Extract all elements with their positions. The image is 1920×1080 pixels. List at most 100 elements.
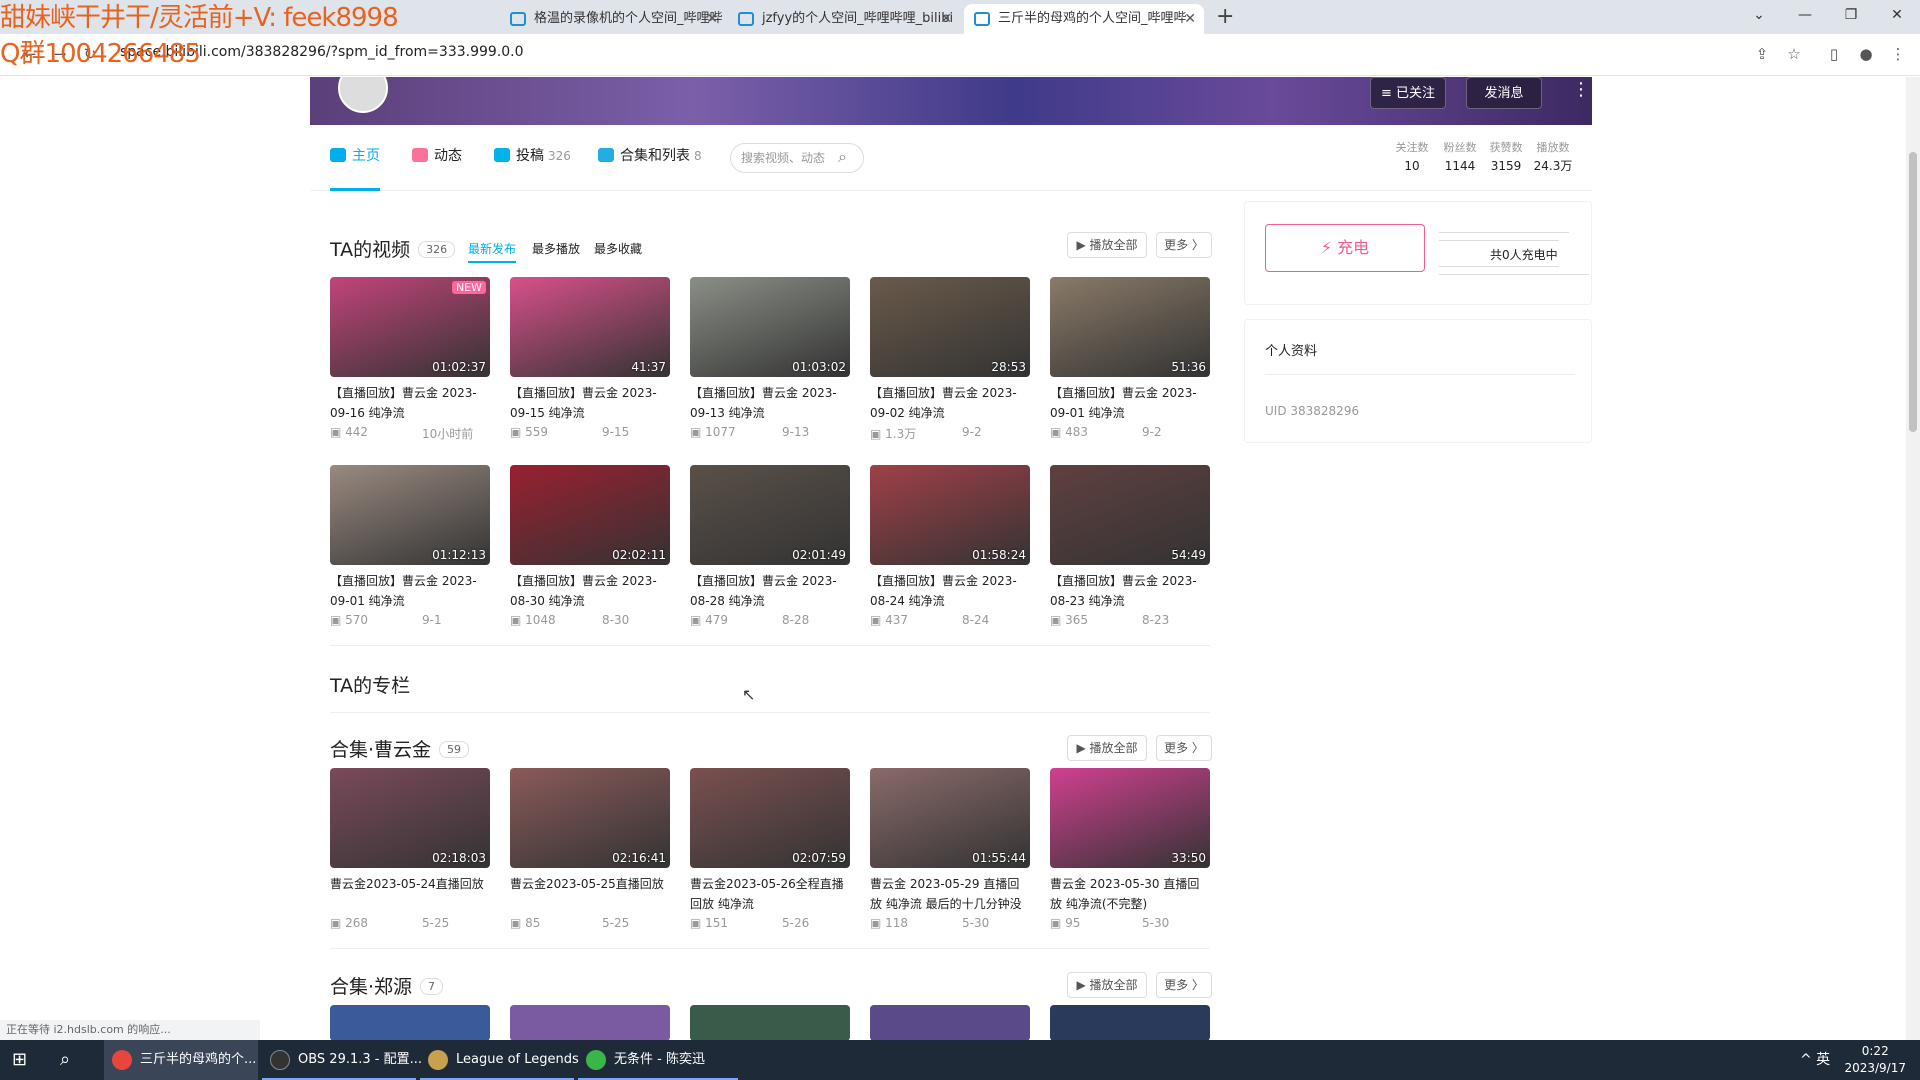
tab-close-icon[interactable]: ✕	[940, 4, 952, 34]
taskbar-chrome[interactable]: 三斤半的母鸡的个...	[104, 1040, 258, 1080]
sidepanel-icon[interactable]: ▯	[1824, 44, 1844, 64]
reload-icon[interactable]: ↻	[80, 44, 100, 64]
sort-most-played[interactable]: 最多播放	[532, 240, 580, 257]
sort-most-favorited[interactable]: 最多收藏	[594, 240, 642, 257]
forward-icon[interactable]: →	[50, 44, 70, 64]
video-thumbnail[interactable]: 02:01:49	[690, 465, 850, 565]
video-title[interactable]: 【直播回放】曹云金 2023-09-15 纯净流	[510, 383, 670, 423]
taskbar-obs[interactable]: OBS 29.1.3 - 配置...	[262, 1040, 422, 1080]
browser-tab-active[interactable]: 三斤半的母鸡的个人空间_哔哩哔 ✕	[964, 4, 1204, 34]
video-title[interactable]: 【直播回放】曹云金 2023-09-01 纯净流	[1050, 383, 1210, 423]
video-card[interactable]: 28:53 【直播回放】曹云金 2023-09-02 纯净流 ▣ 1.3万 9-2	[870, 277, 1030, 443]
video-thumbnail[interactable]: 02:07:59	[690, 768, 850, 868]
scrollbar-thumb[interactable]	[1909, 152, 1917, 432]
video-title[interactable]: 曹云金 2023-05-30 直播回放 纯净流(不完整)	[1050, 874, 1210, 914]
new-tab-button[interactable]: +	[1216, 4, 1234, 30]
video-title[interactable]: 曹云金2023-05-24直播回放	[330, 874, 490, 914]
video-title[interactable]: 【直播回放】曹云金 2023-09-02 纯净流	[870, 383, 1030, 423]
nav-collections[interactable]: 合集和列表 8	[598, 125, 702, 191]
video-thumbnail[interactable]	[1050, 1005, 1210, 1040]
profile-icon[interactable]: ●	[1856, 44, 1876, 64]
browser-tab[interactable]: jzfyy的个人空间_哔哩哔哩_bilibi ✕	[728, 4, 960, 34]
video-card[interactable]: 01:03:02 【直播回放】曹云金 2023-09-13 纯净流 ▣ 1077 9-…	[690, 277, 850, 443]
tab-close-icon[interactable]: ✕	[1184, 4, 1196, 34]
share-icon[interactable]: ⇪	[1752, 44, 1772, 64]
video-card[interactable]: 41:37 【直播回放】曹云金 2023-09-15 纯净流 ▣ 559 9-15	[510, 277, 670, 443]
video-card[interactable]: 02:07:59 曹云金2023-05-26全程直播回放 纯净流 ▣ 151 5-26	[690, 768, 850, 934]
video-thumbnail[interactable]: 01:58:24	[870, 465, 1030, 565]
restore-button[interactable]: ❐	[1828, 0, 1874, 30]
tab-close-icon[interactable]: ✕	[706, 4, 718, 34]
video-card[interactable]: NEW 01:02:37 【直播回放】曹云金 2023-09-16 纯净流 ▣ 442…	[330, 277, 490, 443]
video-title[interactable]: 【直播回放】曹云金 2023-08-28 纯净流	[690, 571, 850, 611]
video-thumbnail[interactable]: 02:02:11	[510, 465, 670, 565]
stat-following[interactable]: 关注数 10	[1392, 139, 1432, 175]
video-thumbnail[interactable]: 28:53	[870, 277, 1030, 377]
tab-search-icon[interactable]: ⌄	[1736, 0, 1782, 30]
video-title[interactable]: 【直播回放】曹云金 2023-08-23 纯净流	[1050, 571, 1210, 611]
back-icon[interactable]: ←	[20, 44, 40, 64]
video-card[interactable]: 54:49 【直播回放】曹云金 2023-08-23 纯净流 ▣ 365 8-23	[1050, 465, 1210, 631]
clock[interactable]: 0:22 2023/9/17	[1844, 1043, 1906, 1077]
url-field[interactable]: space.bilibili.com/383828296/?spm_id_fro…	[120, 44, 524, 60]
send-message-button[interactable]: 发消息	[1466, 77, 1542, 109]
video-card[interactable]: 51:36 【直播回放】曹云金 2023-09-01 纯净流 ▣ 483 9-2	[1050, 277, 1210, 443]
video-card[interactable]: 02:02:11 【直播回放】曹云金 2023-08-30 纯净流 ▣ 1048 8-…	[510, 465, 670, 631]
close-window-button[interactable]: ✕	[1874, 0, 1920, 30]
video-title[interactable]: 【直播回放】曹云金 2023-09-16 纯净流	[330, 383, 490, 423]
video-title[interactable]: 曹云金2023-05-25直播回放	[510, 874, 670, 914]
menu-icon[interactable]: ⋮	[1888, 44, 1908, 64]
video-card[interactable]: 33:50 曹云金 2023-05-30 直播回放 纯净流(不完整) ▣ 95 5-3…	[1050, 768, 1210, 934]
more-button[interactable]: 更多 〉	[1156, 232, 1212, 258]
system-tray[interactable]: ^ 英	[1800, 1040, 1830, 1080]
video-title[interactable]: 【直播回放】曹云金 2023-08-30 纯净流	[510, 571, 670, 611]
video-thumbnail[interactable]: 01:12:13	[330, 465, 490, 565]
play-all-button[interactable]: ▶ 播放全部	[1067, 232, 1147, 258]
video-card[interactable]: 01:12:13 【直播回放】曹云金 2023-09-01 纯净流 ▣ 570 9-1	[330, 465, 490, 631]
taskbar-league[interactable]: League of Legends	[420, 1040, 579, 1080]
avatar[interactable]	[338, 77, 388, 113]
nav-uploads[interactable]: 投稿 326	[494, 125, 571, 191]
play-all-button[interactable]: ▶ 播放全部	[1067, 972, 1147, 998]
video-title[interactable]: 【直播回放】曹云金 2023-09-01 纯净流	[330, 571, 490, 611]
video-thumbnail[interactable]: NEW 01:02:37	[330, 277, 490, 377]
more-button[interactable]: 更多 〉	[1156, 972, 1212, 998]
video-card[interactable]: 01:55:44 曹云金 2023-05-29 直播回放 纯净流 最后的十几分钟没…	[870, 768, 1030, 934]
video-thumbnail[interactable]	[870, 1005, 1030, 1040]
browser-tab[interactable]: 格温的录像机的个人空间_哔哩哔 ✕	[500, 4, 726, 34]
video-card[interactable]: 02:16:41 曹云金2023-05-25直播回放 ▣ 85 5-25	[510, 768, 670, 934]
bookmark-star-icon[interactable]: ☆	[1784, 44, 1804, 64]
more-button[interactable]: 更多 〉	[1156, 735, 1212, 761]
video-thumbnail[interactable]	[510, 1005, 670, 1040]
sort-latest[interactable]: 最新发布	[468, 240, 517, 263]
scrollbar[interactable]	[1906, 77, 1920, 1040]
nav-home[interactable]: 主页	[330, 125, 380, 191]
more-options-icon[interactable]: ⋮	[1572, 79, 1590, 100]
followed-button[interactable]: ≡ 已关注	[1370, 77, 1446, 109]
nav-dynamic[interactable]: 动态	[412, 125, 462, 191]
video-thumbnail[interactable]: 51:36	[1050, 277, 1210, 377]
video-title[interactable]: 【直播回放】曹云金 2023-08-24 纯净流	[870, 571, 1030, 611]
video-thumbnail[interactable]: 54:49	[1050, 465, 1210, 565]
minimize-button[interactable]: —	[1782, 0, 1828, 30]
video-thumbnail[interactable]: 33:50	[1050, 768, 1210, 868]
search-icon[interactable]: ⌕	[60, 1050, 80, 1070]
video-title[interactable]: 曹云金 2023-05-29 直播回放 纯净流 最后的十几分钟没录好	[870, 874, 1030, 914]
video-card[interactable]: 01:58:24 【直播回放】曹云金 2023-08-24 纯净流 ▣ 437 8-2…	[870, 465, 1030, 631]
charge-button[interactable]: ⚡ 充电	[1265, 224, 1425, 272]
taskbar-music[interactable]: 无条件 - 陈奕迅	[578, 1040, 738, 1080]
video-thumbnail[interactable]: 01:55:44	[870, 768, 1030, 868]
stat-fans[interactable]: 粉丝数 1144	[1440, 139, 1480, 175]
video-thumbnail[interactable]: 02:16:41	[510, 768, 670, 868]
video-title[interactable]: 曹云金2023-05-26全程直播回放 纯净流	[690, 874, 850, 914]
video-thumbnail[interactable]	[330, 1005, 490, 1040]
video-thumbnail[interactable]: 01:03:02	[690, 277, 850, 377]
video-title[interactable]: 【直播回放】曹云金 2023-09-13 纯净流	[690, 383, 850, 423]
play-all-button[interactable]: ▶ 播放全部	[1067, 735, 1147, 761]
video-thumbnail[interactable]: 41:37	[510, 277, 670, 377]
video-card[interactable]: 02:01:49 【直播回放】曹云金 2023-08-28 纯净流 ▣ 479 8-2…	[690, 465, 850, 631]
video-thumbnail[interactable]	[690, 1005, 850, 1040]
video-thumbnail[interactable]: 02:18:03	[330, 768, 490, 868]
windows-start-icon[interactable]: ⊞	[12, 1050, 32, 1070]
video-card[interactable]: 02:18:03 曹云金2023-05-24直播回放 ▣ 268 5-25	[330, 768, 490, 934]
